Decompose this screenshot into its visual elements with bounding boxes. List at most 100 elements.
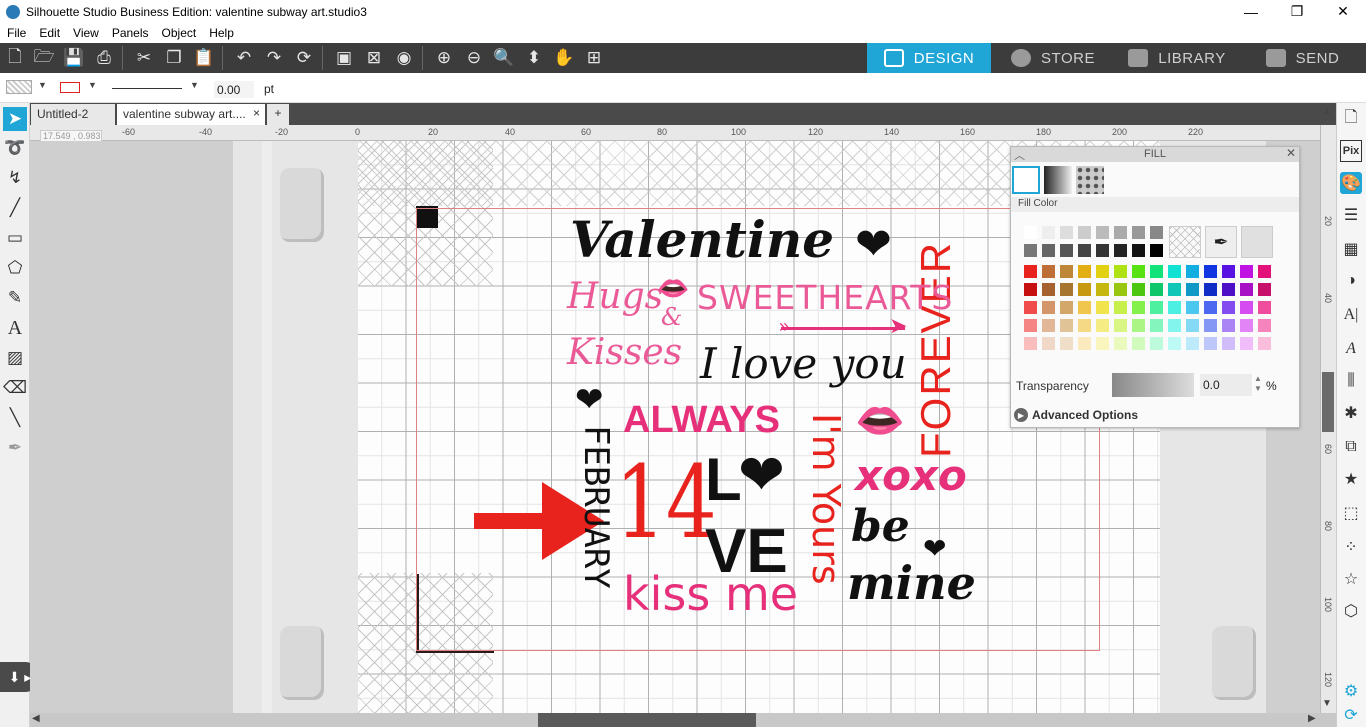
doc-tab-untitled[interactable]: Untitled-2 [31,104,115,125]
tab-send[interactable]: SEND [1239,43,1366,73]
fill-type-pattern[interactable] [1076,166,1104,194]
fill-palette-icon[interactable]: 🎨 [1340,172,1362,194]
color-swatch[interactable] [1168,319,1181,332]
pixscan-icon[interactable]: Pix [1340,140,1362,162]
color-swatch[interactable] [1060,283,1073,296]
polygon-tool-icon[interactable]: ⬠ [3,256,27,280]
color-swatch[interactable] [1060,244,1073,257]
color-swatch[interactable] [1042,265,1055,278]
minimize-button[interactable]: — [1228,0,1274,23]
color-swatch[interactable] [1024,319,1037,332]
color-swatch[interactable] [1186,337,1199,350]
custom-color-swatch[interactable] [1241,226,1273,258]
collapse-panel-icon[interactable]: ︿ [1014,147,1025,163]
color-swatch[interactable] [1060,337,1073,350]
save-icon[interactable]: 💾 [63,47,85,69]
no-fill-swatch[interactable] [1169,226,1201,258]
eyedropper-icon[interactable]: ✒ [1205,226,1237,258]
star-effects-icon[interactable]: ★ [1340,468,1362,490]
color-swatch[interactable] [1060,265,1073,278]
align-icon[interactable]: ⫼ [1340,370,1362,392]
tab-design[interactable]: DESIGN [867,43,991,73]
ungroup-icon[interactable]: ⊠ [363,47,385,69]
horizontal-scroll-thumb[interactable] [538,713,756,727]
color-swatch[interactable] [1150,301,1163,314]
fill-dropdown-icon[interactable]: ▼ [38,80,47,90]
color-swatch[interactable] [1024,226,1037,239]
contrast-icon[interactable]: ◑ [1340,270,1362,292]
color-swatch[interactable] [1186,265,1199,278]
pan-hand-icon[interactable]: ✋ [553,47,575,69]
group-icon[interactable]: ▣ [333,47,355,69]
color-swatch[interactable] [1042,319,1055,332]
color-swatch[interactable] [1024,337,1037,350]
color-swatch[interactable] [1096,226,1109,239]
sketch-icon[interactable]: ☆ [1340,568,1362,590]
color-swatch[interactable] [1060,301,1073,314]
color-swatch[interactable] [1114,319,1127,332]
color-swatch[interactable] [1024,244,1037,257]
color-swatch[interactable] [1078,283,1091,296]
select-arrow-icon[interactable]: ➤ [3,107,27,131]
nesting-icon[interactable]: ⬡ [1340,600,1362,622]
color-swatch[interactable] [1150,226,1163,239]
color-swatch[interactable] [1150,337,1163,350]
transform-icon[interactable]: ✱ [1340,402,1362,424]
redo-icon[interactable]: ↷ [263,47,285,69]
color-swatch[interactable] [1222,283,1235,296]
color-swatch[interactable] [1204,301,1217,314]
line-color-dropdown-icon[interactable]: ▼ [88,80,97,90]
color-swatch[interactable] [1024,301,1037,314]
fill-type-gradient[interactable] [1044,166,1072,194]
color-swatch[interactable] [1042,337,1055,350]
tab-library[interactable]: LIBRARY [1115,43,1239,73]
copy-icon[interactable]: ❐ [163,47,185,69]
color-swatch[interactable] [1240,265,1253,278]
print-icon[interactable]: ⎙ [93,47,115,69]
color-swatch[interactable] [1096,319,1109,332]
color-swatch[interactable] [1258,319,1271,332]
color-swatch[interactable] [1132,319,1145,332]
advanced-expand-icon[interactable]: ▶ [1014,408,1028,422]
image-effects-icon[interactable]: ▦ [1340,238,1362,260]
color-swatch[interactable] [1204,337,1217,350]
line-tool-icon[interactable]: ╱ [3,196,27,220]
menu-help[interactable]: Help [202,26,240,40]
color-swatch[interactable] [1186,319,1199,332]
eyedropper-icon[interactable]: ✒ [3,436,27,460]
color-swatch[interactable] [1042,226,1055,239]
color-swatch[interactable] [1078,301,1091,314]
color-swatch[interactable] [1114,244,1127,257]
scroll-up-icon[interactable]: ▲ [1322,106,1332,117]
color-swatch[interactable] [1168,301,1181,314]
advanced-options-link[interactable]: Advanced Options [1032,408,1138,422]
color-swatch[interactable] [1150,283,1163,296]
color-swatch[interactable] [1078,244,1091,257]
line-color-swatch[interactable] [60,82,80,93]
color-swatch[interactable] [1114,337,1127,350]
color-swatch[interactable] [1150,265,1163,278]
rhinestone-icon[interactable]: ⁘ [1340,536,1362,558]
color-swatch[interactable] [1078,337,1091,350]
scroll-down-icon[interactable]: ▼ [1322,698,1332,709]
vertical-scroll-thumb[interactable] [1322,372,1334,432]
color-swatch[interactable] [1132,265,1145,278]
close-panel-icon[interactable]: ✕ [1286,146,1296,160]
color-swatch[interactable] [1078,265,1091,278]
pencil-icon[interactable]: ✎ [3,286,27,310]
rectangle-tool-icon[interactable]: ▭ [3,226,27,250]
open-folder-icon[interactable]: 🗁 [33,47,55,69]
line-style-icon[interactable]: ☰ [1340,204,1362,226]
color-swatch[interactable] [1042,283,1055,296]
color-swatch[interactable] [1240,337,1253,350]
color-swatch[interactable] [1114,265,1127,278]
line-style-dropdown-icon[interactable]: ▼ [190,80,199,90]
color-swatch[interactable] [1204,283,1217,296]
add-page-icon[interactable]: ⊞ [583,47,605,69]
paste-icon[interactable]: 📋 [193,47,215,69]
tab-store[interactable]: STORE [991,43,1115,73]
color-swatch[interactable] [1042,301,1055,314]
fill-bucket-icon[interactable]: ▨ [3,346,27,370]
color-swatch[interactable] [1240,319,1253,332]
doc-tab-valentine[interactable]: valentine subway art.... × [117,104,265,125]
